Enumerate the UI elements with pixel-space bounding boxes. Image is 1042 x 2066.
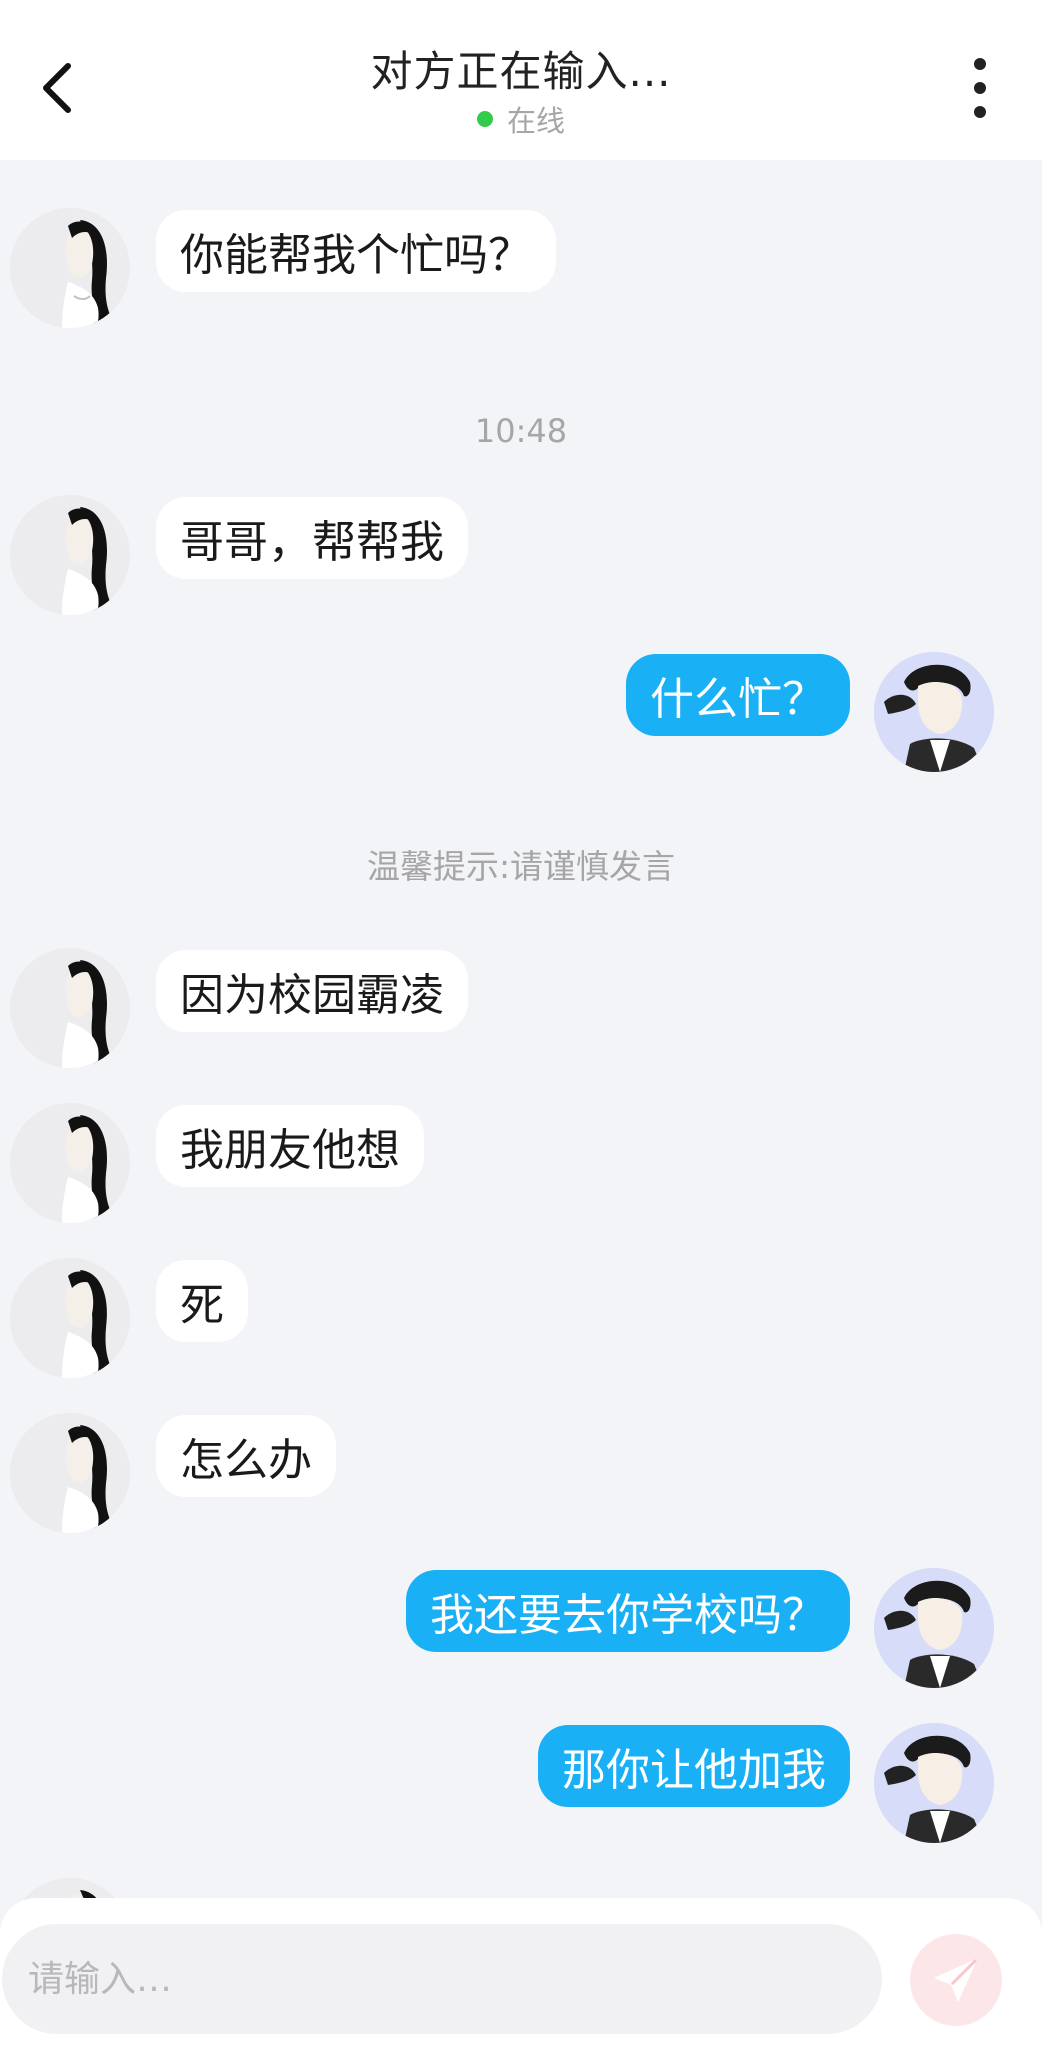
girl-avatar-icon <box>10 495 130 615</box>
contact-avatar[interactable] <box>10 1413 130 1533</box>
more-options-button[interactable] <box>960 58 1000 118</box>
message-row-received: 我朋友他想 <box>0 1103 1042 1223</box>
received-message-bubble[interactable]: 你能帮我个忙吗？ <box>156 210 556 292</box>
user-avatar[interactable] <box>874 1568 994 1688</box>
message-row-sent: 我还要去你学校吗？ <box>0 1568 1042 1688</box>
contact-avatar[interactable] <box>10 1258 130 1378</box>
boy-avatar-icon <box>874 1568 994 1688</box>
message-input[interactable] <box>2 1924 882 2034</box>
notice-label: 温馨提示:请谨慎发言 <box>366 847 676 886</box>
contact-avatar[interactable] <box>10 1103 130 1223</box>
girl-avatar-icon <box>10 208 130 328</box>
user-avatar[interactable] <box>874 652 994 772</box>
girl-avatar-icon <box>10 1103 130 1223</box>
message-row-received: 哥哥，帮帮我 <box>0 495 1042 615</box>
sent-message-bubble[interactable]: 我还要去你学校吗？ <box>406 1570 850 1652</box>
girl-avatar-icon <box>10 1413 130 1533</box>
received-message-bubble[interactable]: 因为校园霸凌 <box>156 950 468 1032</box>
online-status: 在线 <box>0 98 1042 140</box>
received-message-bubble[interactable]: 怎么办 <box>156 1415 336 1497</box>
girl-avatar-icon <box>10 948 130 1068</box>
online-status-label: 在线 <box>506 104 565 138</box>
online-dot-icon <box>476 111 493 127</box>
paper-plane-icon <box>935 1958 978 2001</box>
message-row-received: 因为校园霸凌 <box>0 948 1042 1068</box>
message-row-received: 你能帮我个忙吗？ <box>0 208 1042 328</box>
chat-title: 对方正在输入... <box>370 47 672 96</box>
chat-header: 对方正在输入... 在线 <box>0 0 1042 160</box>
timestamp-label: 10:48 <box>474 412 568 450</box>
contact-avatar[interactable] <box>10 495 130 615</box>
received-message-bubble[interactable]: 死 <box>156 1260 248 1342</box>
received-message-bubble[interactable]: 哥哥，帮帮我 <box>156 497 468 579</box>
boy-avatar-icon <box>874 652 994 772</box>
received-message-bubble[interactable]: 我朋友他想 <box>156 1105 424 1187</box>
message-row-received: 死 <box>0 1258 1042 1378</box>
contact-avatar[interactable] <box>10 208 130 328</box>
message-row-received: 怎么办 <box>0 1413 1042 1533</box>
girl-avatar-icon <box>10 1258 130 1378</box>
message-composer <box>0 1898 1042 2066</box>
send-button[interactable] <box>910 1934 1002 2026</box>
boy-avatar-icon <box>874 1723 994 1843</box>
sent-message-bubble[interactable]: 那你让他加我 <box>538 1725 850 1807</box>
chat-screen: 对方正在输入... 在线 你能帮我个忙吗？ 10:48 哥哥，帮帮我 什么忙？ … <box>0 0 1042 2066</box>
message-row-sent: 什么忙？ <box>0 652 1042 772</box>
sent-message-bubble[interactable]: 什么忙？ <box>626 654 850 736</box>
more-vertical-icon <box>974 58 986 70</box>
message-row-sent: 那你让他加我 <box>0 1723 1042 1843</box>
contact-avatar[interactable] <box>10 948 130 1068</box>
user-avatar[interactable] <box>874 1723 994 1843</box>
